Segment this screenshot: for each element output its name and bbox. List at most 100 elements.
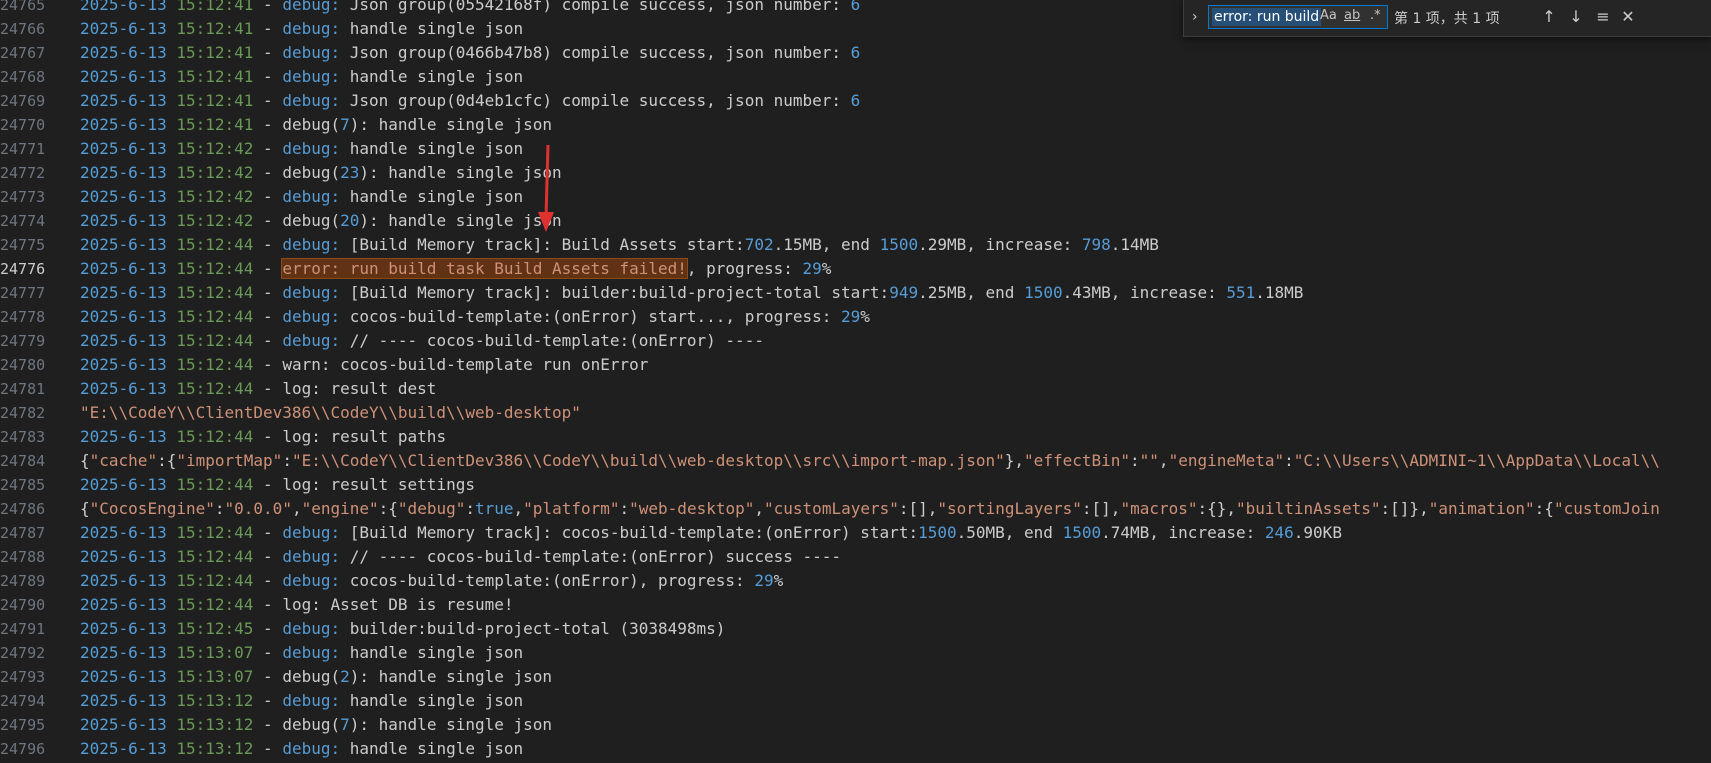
log-message: .29MB, increase:: [918, 235, 1082, 254]
log-level: debug:: [282, 643, 341, 662]
log-date: 2025-6-13: [80, 571, 167, 590]
log-line[interactable]: 24776 2025-6-13 15:12:44 - error: run bui…: [0, 257, 1711, 281]
line-content: 2025-6-13 15:12:44 - log: result dest: [80, 379, 437, 398]
log-date: 2025-6-13: [80, 67, 167, 86]
regex-toggle[interactable]: .*: [1370, 6, 1381, 26]
result-count: 第 1 项，共 1 项: [1394, 11, 1500, 27]
log-number: 29: [802, 259, 822, 278]
log-number: 29: [754, 571, 774, 590]
log-time: 15:12:42: [176, 211, 254, 230]
log-time: 15:12:42: [176, 139, 254, 158]
line-content: 2025-6-13 15:13:12 - debug: handle singl…: [80, 691, 524, 710]
log-time: 15:12:44: [176, 379, 254, 398]
log-line[interactable]: 24779 2025-6-13 15:12:44 - debug: // ----…: [0, 329, 1711, 353]
arrow-up-icon[interactable]: ↑: [1538, 6, 1560, 28]
log-line[interactable]: 24771 2025-6-13 15:12:42 - debug: handle …: [0, 137, 1711, 161]
json-token: "platform": [523, 499, 620, 518]
log-message: cocos-build-template:(onError), progress…: [340, 571, 755, 590]
log-line[interactable]: 24790 2025-6-13 15:12:44 - log: Asset DB …: [0, 593, 1711, 617]
json-token: "cache": [89, 451, 158, 470]
log-line[interactable]: 24777 2025-6-13 15:12:44 - debug: [Build …: [0, 281, 1711, 305]
line-number: 24793: [0, 668, 46, 686]
log-line[interactable]: 24787 2025-6-13 15:12:44 - debug: [Build …: [0, 521, 1711, 545]
json-token: :[]},: [1380, 499, 1429, 518]
log-line[interactable]: 24785 2025-6-13 15:12:44 - log: result se…: [0, 473, 1711, 497]
log-message: log: Asset DB is resume!: [282, 595, 514, 614]
editor-text-area[interactable]: 24765 2025-6-13 15:12:41 - debug: Json gr…: [0, 0, 1711, 763]
line-number: 24784: [0, 452, 46, 470]
log-level: debug:: [282, 187, 341, 206]
log-number: 702: [744, 235, 774, 254]
json-token: "sortingLayers": [937, 499, 1082, 518]
log-line[interactable]: 24782 "E:\\CodeY\\ClientDev386\\CodeY\\bu…: [0, 401, 1711, 425]
log-date: 2025-6-13: [80, 547, 167, 566]
line-content: {"CocosEngine":"0.0.0","engine":{"debug"…: [80, 497, 1660, 521]
log-line[interactable]: 24768 2025-6-13 15:12:41 - debug: handle …: [0, 65, 1711, 89]
log-line[interactable]: 24793 2025-6-13 15:13:07 - debug(2): hand…: [0, 665, 1711, 689]
log-number: 6: [850, 0, 861, 14]
log-level: debug(: [282, 211, 341, 230]
log-level: debug:: [282, 547, 341, 566]
find-in-selection-icon[interactable]: ≡: [1592, 6, 1614, 28]
find-query: error: run build: [1212, 8, 1322, 26]
json-token: "engine": [301, 499, 379, 518]
json-token: ,: [291, 499, 302, 518]
arrow-down-icon[interactable]: ↓: [1565, 6, 1587, 28]
line-content: 2025-6-13 15:12:41 - debug: Json group(0…: [80, 0, 860, 17]
log-line[interactable]: 24770 2025-6-13 15:12:41 - debug(7): hand…: [0, 113, 1711, 137]
log-line[interactable]: 24767 2025-6-13 15:12:41 - debug: Json gr…: [0, 41, 1711, 65]
json-token: {: [80, 451, 90, 470]
log-number: 1500: [879, 235, 919, 254]
json-token: :[],: [898, 499, 938, 518]
match-case-toggle[interactable]: Aa: [1320, 6, 1337, 26]
log-line[interactable]: 24794 2025-6-13 15:13:12 - debug: handle …: [0, 689, 1711, 713]
log-line[interactable]: 24778 2025-6-13 15:12:44 - debug: cocos-b…: [0, 305, 1711, 329]
line-number: 24768: [0, 68, 46, 86]
log-line[interactable]: 24780 2025-6-13 15:12:44 - warn: cocos-bu…: [0, 353, 1711, 377]
log-message: handle single json: [340, 67, 524, 86]
line-number: 24769: [0, 92, 46, 110]
log-time: 15:13:12: [176, 691, 254, 710]
line-number: 24780: [0, 356, 46, 374]
json-token: "effectBin": [1024, 451, 1131, 470]
log-time: 15:12:44: [176, 307, 254, 326]
line-number: 24782: [0, 404, 46, 422]
log-line[interactable]: 24792 2025-6-13 15:13:07 - debug: handle …: [0, 641, 1711, 665]
log-line[interactable]: 24789 2025-6-13 15:12:44 - debug: cocos-b…: [0, 569, 1711, 593]
json-token: :: [465, 499, 475, 518]
log-level: debug(: [282, 667, 341, 686]
close-icon[interactable]: ✕: [1617, 6, 1639, 28]
json-token: :{: [157, 451, 177, 470]
log-time: 15:12:44: [176, 259, 254, 278]
log-message: builder:build-project-total (3038498ms): [340, 619, 726, 638]
line-number: 24785: [0, 476, 46, 494]
log-line[interactable]: 24769 2025-6-13 15:12:41 - debug: Json gr…: [0, 89, 1711, 113]
log-line[interactable]: 24773 2025-6-13 15:12:42 - debug: handle …: [0, 185, 1711, 209]
find-input[interactable]: error: run build: [1208, 5, 1388, 29]
log-message: // ---- cocos-build-template:(onError) -…: [340, 331, 764, 350]
log-line[interactable]: 24795 2025-6-13 15:13:12 - debug(7): hand…: [0, 713, 1711, 737]
line-content: 2025-6-13 15:13:07 - debug(2): handle si…: [80, 667, 553, 686]
log-line[interactable]: 24784 {"cache":{"importMap":"E:\\CodeY\\C…: [0, 449, 1711, 473]
chevron-right-icon[interactable]: ›: [1192, 9, 1198, 25]
log-line[interactable]: 24796 2025-6-13 15:13:12 - debug: handle …: [0, 737, 1711, 761]
json-token: {: [80, 499, 90, 518]
line-number: 24777: [0, 284, 46, 302]
log-date: 2025-6-13: [80, 331, 167, 350]
whole-word-toggle[interactable]: ab: [1344, 6, 1360, 26]
log-line[interactable]: 24788 2025-6-13 15:12:44 - debug: // ----…: [0, 545, 1711, 569]
log-message: warn: cocos-build-template run onError: [282, 355, 649, 374]
log-line[interactable]: 24786 {"CocosEngine":"0.0.0","engine":{"d…: [0, 497, 1711, 521]
log-line[interactable]: 24783 2025-6-13 15:12:44 - log: result pa…: [0, 425, 1711, 449]
line-content: 2025-6-13 15:13:12 - debug(7): handle si…: [80, 715, 553, 734]
log-line[interactable]: 24772 2025-6-13 15:12:42 - debug(23): han…: [0, 161, 1711, 185]
json-token: "customJoin: [1553, 499, 1660, 518]
log-date: 2025-6-13: [80, 667, 167, 686]
log-line[interactable]: 24775 2025-6-13 15:12:44 - debug: [Build …: [0, 233, 1711, 257]
log-line[interactable]: 24774 2025-6-13 15:12:42 - debug(20): han…: [0, 209, 1711, 233]
log-number: 1500: [1024, 283, 1063, 302]
log-line[interactable]: 24781 2025-6-13 15:12:44 - log: result de…: [0, 377, 1711, 401]
log-time: 15:12:44: [176, 571, 254, 590]
log-date: 2025-6-13: [80, 619, 167, 638]
log-line[interactable]: 24791 2025-6-13 15:12:45 - debug: builder…: [0, 617, 1711, 641]
